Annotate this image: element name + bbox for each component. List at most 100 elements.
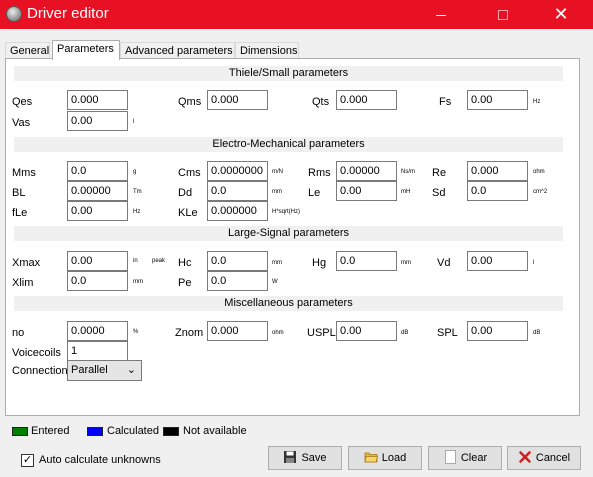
qms-label: Qms	[178, 96, 202, 108]
voicecoils-label: Voicecoils	[12, 347, 61, 359]
pe-field[interactable]: 0.0	[207, 271, 268, 291]
section-miscellaneous: Miscellaneous parameters	[14, 296, 563, 311]
cms-unit: m/N	[272, 169, 283, 175]
qms-field[interactable]: 0.000	[207, 90, 268, 110]
vas-unit: l	[133, 119, 135, 125]
cancel-button[interactable]: Cancel	[507, 446, 581, 470]
calculated-legend-label: Calculated	[107, 425, 159, 437]
save-button[interactable]: Save	[268, 446, 342, 470]
floppy-disk-icon	[284, 451, 297, 464]
znom-unit: ohm	[272, 330, 284, 336]
vd-field[interactable]: 0.00	[467, 251, 528, 271]
mms-label: Mms	[12, 167, 36, 179]
xmax-field[interactable]: 0.00	[67, 251, 128, 271]
xlim-field[interactable]: 0.0	[67, 271, 128, 291]
fs-unit: Hz	[533, 99, 541, 105]
hc-unit: mm	[272, 260, 282, 266]
spl-field[interactable]: 0.00	[467, 321, 528, 341]
no-label: no	[12, 327, 25, 339]
vd-label: Vd	[437, 257, 451, 269]
re-label: Re	[432, 167, 447, 179]
window-title: Driver editor	[27, 5, 109, 22]
spl-unit: dB	[533, 330, 541, 336]
le-label: Le	[308, 187, 321, 199]
sd-field[interactable]: 0.0	[467, 181, 528, 201]
kle-field[interactable]: 0.000000	[207, 201, 268, 221]
vas-label: Vas	[12, 117, 31, 129]
auto-calculate-label: Auto calculate unknowns	[39, 454, 161, 466]
qes-field[interactable]: 0.000	[67, 90, 128, 110]
parameters-panel: Thiele/Small parameters Qes 0.000 Qms 0.…	[5, 58, 580, 416]
load-button-label: Load	[381, 452, 407, 464]
minimize-button[interactable]	[418, 0, 464, 29]
section-large-signal: Large-Signal parameters	[14, 226, 563, 241]
connection-select[interactable]: Parallel ⌄	[67, 360, 142, 381]
close-icon: ✕	[553, 4, 569, 24]
xlim-label: Xlim	[12, 277, 34, 289]
kle-label: KLe	[178, 207, 198, 219]
clear-button-label: Clear	[460, 452, 488, 464]
xmax-peak-unit: peak	[152, 258, 166, 264]
pe-unit: W	[272, 279, 278, 285]
folder-open-icon	[364, 452, 378, 463]
spl-label: SPL	[437, 327, 458, 339]
maximize-button	[480, 0, 526, 29]
hg-field[interactable]: 0.0	[336, 251, 397, 271]
le-field[interactable]: 0.00	[336, 181, 397, 201]
uspl-unit: dB	[401, 330, 409, 336]
xmax-unit: in	[133, 258, 138, 264]
section-electro-mechanical: Electro-Mechanical parameters	[14, 137, 563, 152]
not-available-legend-label: Not available	[183, 425, 247, 437]
znom-label: Znom	[175, 327, 204, 339]
fs-field[interactable]: 0.00	[467, 90, 528, 110]
hc-field[interactable]: 0.0	[207, 251, 268, 271]
voicecoils-field[interactable]: 1	[67, 341, 128, 361]
no-field[interactable]: 0.0000	[67, 321, 128, 341]
no-unit: %	[133, 329, 139, 335]
tab-parameters[interactable]: Parameters	[52, 40, 120, 60]
maximize-icon	[498, 10, 508, 21]
pe-label: Pe	[178, 277, 192, 289]
auto-calculate-checkbox[interactable]: ✓	[21, 454, 34, 467]
le-unit: mH	[401, 189, 411, 195]
connection-label: Connection	[12, 365, 68, 377]
connection-value: Parallel	[71, 364, 108, 376]
dd-field[interactable]: 0.0	[207, 181, 268, 201]
cms-label: Cms	[178, 167, 201, 179]
hc-label: Hc	[178, 257, 192, 269]
app-icon	[6, 6, 22, 22]
entered-legend-label: Entered	[31, 425, 70, 437]
blank-page-icon	[444, 450, 456, 464]
uspl-field[interactable]: 0.00	[336, 321, 397, 341]
minimize-icon	[436, 14, 446, 16]
not-available-swatch	[163, 427, 179, 436]
chevron-down-icon: ⌄	[126, 364, 136, 376]
vd-unit: l	[533, 260, 535, 266]
dd-unit: mm	[272, 189, 282, 195]
cms-field[interactable]: 0.0000000	[207, 161, 268, 181]
rms-field[interactable]: 0.00000	[336, 161, 397, 181]
bl-label: BL	[12, 187, 26, 199]
dd-label: Dd	[178, 187, 193, 199]
re-unit: ohm	[533, 169, 545, 175]
hg-unit: mm	[401, 260, 411, 266]
bl-unit: Tm	[133, 189, 142, 195]
fle-field[interactable]: 0.00	[67, 201, 128, 221]
hg-label: Hg	[312, 257, 327, 269]
znom-field[interactable]: 0.000	[207, 321, 268, 341]
mms-field[interactable]: 0.0	[67, 161, 128, 181]
rms-label: Rms	[308, 167, 331, 179]
load-button[interactable]: Load	[348, 446, 422, 470]
entered-swatch	[12, 427, 28, 436]
clear-button[interactable]: Clear	[428, 446, 502, 470]
sd-unit: cm^2	[533, 189, 548, 195]
qts-field[interactable]: 0.000	[336, 90, 397, 110]
fle-label: fLe	[12, 207, 28, 219]
close-button[interactable]: ✕	[538, 0, 584, 29]
re-field[interactable]: 0.000	[467, 161, 528, 181]
vas-field[interactable]: 0.00	[67, 111, 128, 131]
checkmark-icon: ✓	[22, 454, 33, 466]
bl-field[interactable]: 0.00000	[67, 181, 128, 201]
qts-label: Qts	[312, 96, 330, 108]
section-thiele-small: Thiele/Small parameters	[14, 66, 563, 81]
